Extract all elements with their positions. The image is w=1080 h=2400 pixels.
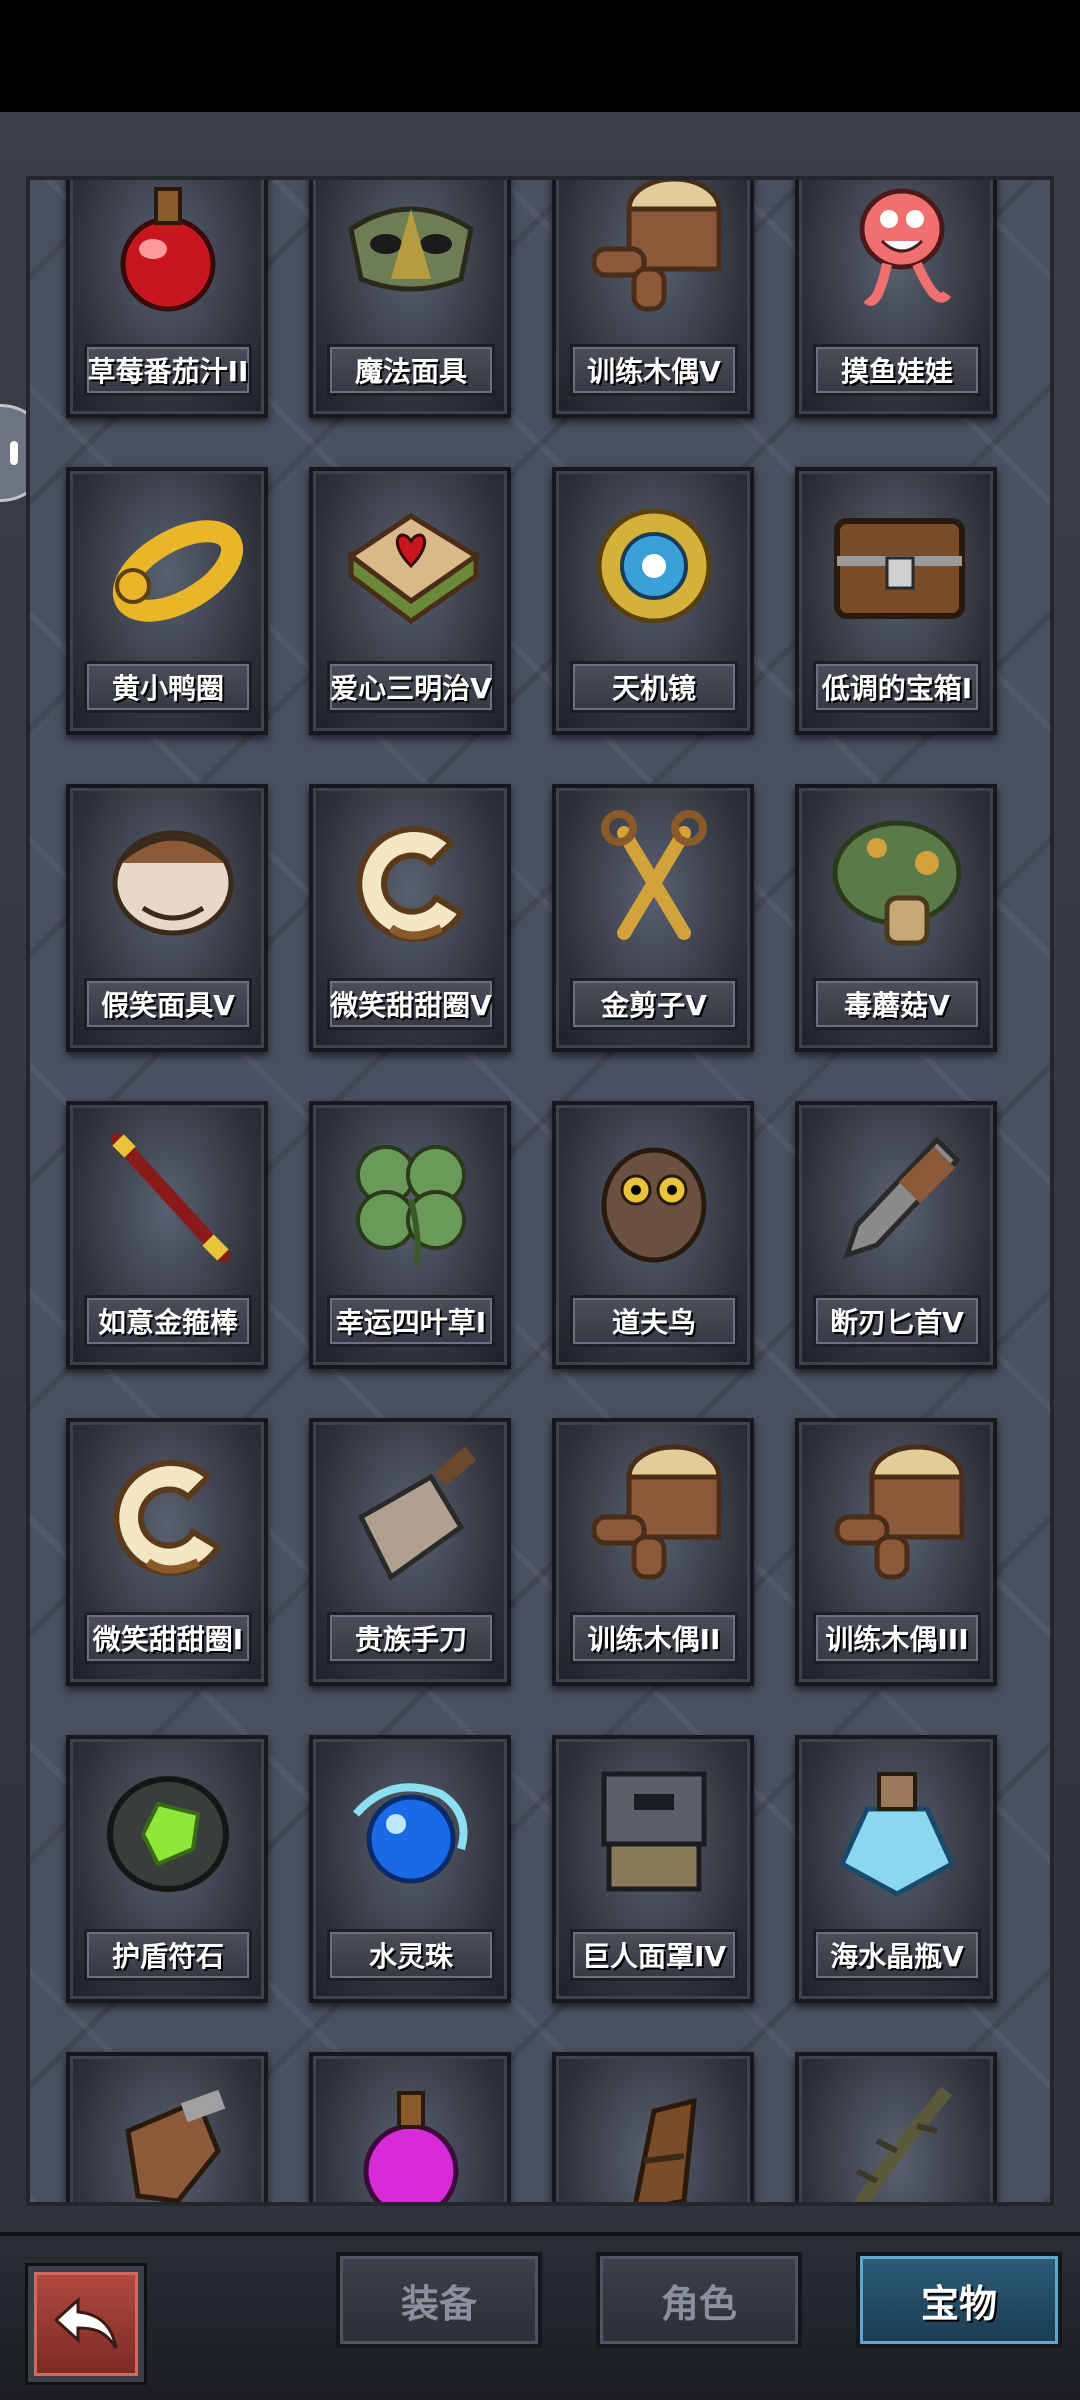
shield-runestone-icon [82,1749,254,1909]
treasure-item-card[interactable]: 如意金箍棒 [66,1101,268,1369]
back-button[interactable] [28,2266,144,2382]
treasure-item-label: 训练木偶III [813,1612,981,1664]
treasure-item-card[interactable]: 幸运四叶草I [309,1101,511,1369]
status-bar [0,0,1080,112]
treasure-item-card[interactable]: 天机镜 [552,467,754,735]
treasure-item-label: 黄小鸭圈 [84,661,252,713]
golden-staff-icon [82,1115,254,1275]
donut-icon [82,1432,254,1592]
treasure-item-card[interactable]: 魔法面具 [309,180,511,418]
crystal-bottle-icon [811,1749,983,1909]
treasure-item-card[interactable] [309,2052,511,2202]
treasure-chest-icon [811,481,983,641]
treasure-item-card[interactable]: 毒蘑菇V [795,784,997,1052]
treasure-item-label: 护盾符石 [84,1929,252,1981]
golden-scissors-icon [568,798,740,958]
broken-dagger-icon [811,1115,983,1275]
treasure-item-label: 水灵珠 [327,1929,495,1981]
treasure-item-card[interactable] [795,2052,997,2202]
fake-smile-mask-icon [82,798,254,958]
tab-treasures[interactable]: 宝物 [856,2252,1062,2348]
potion-pink-icon [325,2066,497,2202]
treasure-item-label: 贵族手刀 [327,1612,495,1664]
treasure-item-card[interactable]: 爱心三明治V [309,467,511,735]
back-arrow-icon [53,2296,118,2349]
water-orb-icon [325,1749,497,1909]
potion-red-icon [82,180,254,324]
treasure-item-label: 微笑甜甜圈V [327,978,495,1030]
tab-equipment[interactable]: 装备 [336,2252,542,2348]
bagua-mirror-icon [568,481,740,641]
treasure-item-label: 草莓番茄汁II [84,344,252,396]
treasure-item-card[interactable]: 水灵珠 [309,1735,511,2003]
treasure-item-card[interactable]: 训练木偶III [795,1418,997,1686]
treasure-item-card[interactable]: 摸鱼娃娃 [795,180,997,418]
treasure-item-label: 幸运四叶草I [327,1295,495,1347]
treasure-item-card[interactable]: 草莓番茄汁II [66,180,268,418]
donut-icon [325,798,497,958]
treasure-item-label: 道夫鸟 [570,1295,738,1347]
treasure-item-card[interactable]: 低调的宝箱I [795,467,997,735]
treasure-item-label: 低调的宝箱I [813,661,981,713]
treasure-grid-panel[interactable]: 草莓番茄汁II 魔法面具 训练木偶V 摸鱼娃娃黄小鸭圈 爱心三明治V 天机镜 低调的宝箱I 假… [26,176,1054,2206]
treasure-item-label: 天机镜 [570,661,738,713]
treasure-item-card[interactable]: 贵族手刀 [309,1418,511,1686]
duck-ring-icon [82,481,254,641]
four-leaf-clover-icon [325,1115,497,1275]
treasure-item-label: 训练木偶II [570,1612,738,1664]
glove-icon [82,2066,254,2202]
training-dummy-icon [568,1432,740,1592]
treasure-item-card[interactable]: 假笑面具V [66,784,268,1052]
cleaver-icon [325,1432,497,1592]
poison-mushroom-icon [811,798,983,958]
thorny-branch-icon [811,2066,983,2202]
tab-characters[interactable]: 角色 [596,2252,802,2348]
treasure-item-card[interactable]: 微笑甜甜圈V [309,784,511,1052]
wooden-club-icon [568,2066,740,2202]
treasure-item-card[interactable]: 训练木偶II [552,1418,754,1686]
treasure-item-label: 假笑面具V [84,978,252,1030]
treasure-item-label: 魔法面具 [327,344,495,396]
treasure-item-card[interactable]: 护盾符石 [66,1735,268,2003]
training-dummy-icon [811,1432,983,1592]
treasure-item-label: 爱心三明治V [327,661,495,713]
treasure-item-label: 摸鱼娃娃 [813,344,981,396]
treasure-item-label: 金剪子V [570,978,738,1030]
treasure-item-card[interactable]: 断刃匕首V [795,1101,997,1369]
treasure-item-label: 如意金箍棒 [84,1295,252,1347]
treasure-item-card[interactable]: 训练木偶V [552,180,754,418]
treasure-item-label: 微笑甜甜圈I [84,1612,252,1664]
treasure-item-card[interactable]: 金剪子V [552,784,754,1052]
owl-icon [568,1115,740,1275]
treasure-item-card[interactable]: 微笑甜甜圈I [66,1418,268,1686]
pink-doll-icon [811,180,983,324]
treasure-item-label: 毒蘑菇V [813,978,981,1030]
treasure-item-card[interactable]: 道夫鸟 [552,1101,754,1369]
treasure-item-label: 训练木偶V [570,344,738,396]
training-dummy-icon [568,180,740,324]
treasure-item-card[interactable]: 巨人面罩IV [552,1735,754,2003]
treasure-item-card[interactable] [66,2052,268,2202]
treasure-item-label: 海水晶瓶V [813,1929,981,1981]
giant-mask-icon [568,1749,740,1909]
treasure-item-card[interactable]: 黄小鸭圈 [66,467,268,735]
treasure-item-card[interactable] [552,2052,754,2202]
heart-sandwich-icon [325,481,497,641]
treasure-item-label: 断刃匕首V [813,1295,981,1347]
treasure-item-label: 巨人面罩IV [570,1929,738,1981]
mask-icon [325,180,497,324]
bottom-bar: 装备 角色 宝物 [0,2232,1080,2400]
treasure-item-card[interactable]: 海水晶瓶V [795,1735,997,2003]
treasure-grid: 草莓番茄汁II 魔法面具 训练木偶V 摸鱼娃娃黄小鸭圈 爱心三明治V 天机镜 低调的宝箱I 假… [30,180,1050,2202]
